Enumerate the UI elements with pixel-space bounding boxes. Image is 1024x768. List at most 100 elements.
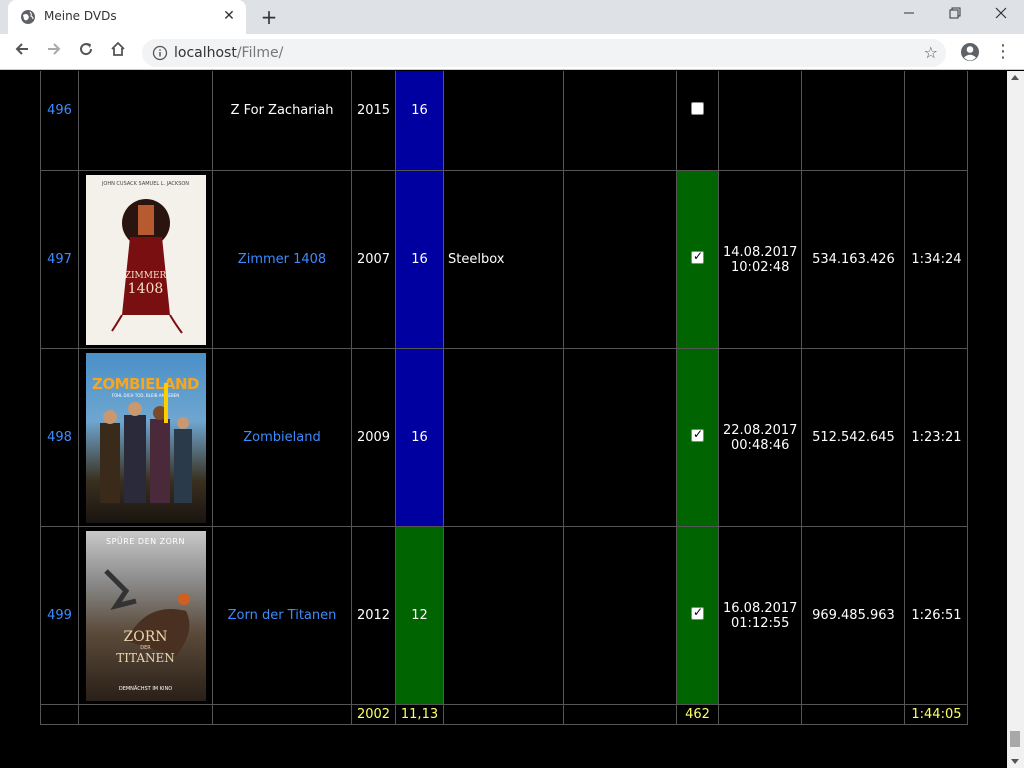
time-value: 10:02:48	[731, 259, 790, 275]
date-cell: 14.08.2017 10:02:48	[717, 170, 803, 349]
row-number-link[interactable]: 498	[40, 348, 79, 527]
summary-empty	[717, 704, 803, 725]
poster-cell: ZOMBIELAND FÜHL DICH TOD, BLEIB AM LEBEN	[78, 348, 213, 527]
new-tab-button[interactable]: +	[258, 6, 280, 28]
date-value: 22.08.2017	[723, 422, 798, 438]
profile-icon[interactable]	[958, 40, 982, 64]
vertical-scrollbar[interactable]	[1007, 71, 1024, 768]
summary-empty	[563, 704, 677, 725]
poster-zombieland[interactable]: ZOMBIELAND FÜHL DICH TOD, BLEIB AM LEBEN	[85, 352, 206, 523]
time-value: 01:12:55	[731, 615, 790, 631]
restore-icon[interactable]	[932, 0, 978, 30]
size-cell: 512.542.645	[801, 348, 906, 527]
year-cell: 2007	[351, 170, 396, 349]
empty-cell	[563, 348, 677, 527]
poster-title-b: 1408	[127, 280, 164, 297]
year-cell: 2015	[351, 71, 396, 171]
poster-zimmer-1408[interactable]: JOHN CUSACK SAMUEL L. JACKSON ZIMMER 140…	[85, 174, 206, 345]
poster-title-a: ZIMMER	[124, 270, 167, 281]
edition-cell	[443, 348, 564, 527]
duration-cell: 1:34:24	[904, 170, 969, 349]
checkbox-cell	[676, 348, 719, 527]
row-number-link[interactable]: 496	[40, 71, 79, 171]
info-icon[interactable]	[152, 45, 168, 61]
empty-cell	[563, 526, 677, 705]
poster-cell: SPÜRE DEN ZORN ZORN DER TITANEN DEMNÄCHS…	[78, 526, 213, 705]
dvd-table: 496 Z For Zachariah 2015 16 497 JOHN CUS…	[40, 71, 969, 725]
summary-empty	[801, 704, 906, 725]
back-icon[interactable]	[10, 40, 34, 64]
owned-checkbox[interactable]	[691, 249, 704, 264]
bookmark-star-icon[interactable]: ☆	[924, 43, 938, 62]
url-path: /Filme/	[236, 45, 284, 61]
movie-title-link[interactable]: Zombieland	[212, 348, 352, 527]
poster-zorn-der-titanen[interactable]: SPÜRE DEN ZORN ZORN DER TITANEN DEMNÄCHS…	[85, 530, 206, 701]
scroll-thumb[interactable]	[1010, 731, 1020, 747]
menu-icon[interactable]: ⋮	[994, 40, 1012, 64]
minimize-icon[interactable]	[886, 0, 932, 30]
year-cell: 2012	[351, 526, 396, 705]
summary-empty	[40, 704, 79, 725]
row-number-link[interactable]: 499	[40, 526, 79, 705]
tab-title: Meine DVDs	[44, 9, 117, 23]
owned-checkbox[interactable]	[691, 605, 704, 620]
movie-title-link[interactable]: Zimmer 1408	[212, 170, 352, 349]
duration-cell	[904, 71, 969, 171]
date-value: 14.08.2017	[723, 244, 798, 260]
edition-cell	[443, 526, 564, 705]
empty-cell	[563, 71, 677, 171]
movie-title-link[interactable]: Zorn der Titanen	[212, 526, 352, 705]
owned-checkbox[interactable]	[691, 101, 704, 115]
edition-cell	[443, 71, 564, 171]
scroll-down-icon[interactable]	[1011, 759, 1019, 764]
poster-title-a: ZORN	[123, 628, 168, 645]
movie-title: Z For Zachariah	[212, 71, 352, 171]
poster-title-c: TITANEN	[116, 650, 175, 665]
forward-icon[interactable]	[42, 40, 66, 64]
table-row: 498 ZOMBIELAND FÜHL DICH TOD, BLEIB AM L…	[40, 348, 969, 527]
date-cell: 22.08.2017 00:48:46	[717, 348, 803, 527]
globe-icon	[21, 10, 35, 24]
fsk-cell: 16	[395, 170, 444, 349]
checkbox-cell	[676, 71, 719, 171]
summary-empty	[443, 704, 564, 725]
duration-cell: 1:23:21	[904, 348, 969, 527]
home-icon[interactable]	[106, 40, 130, 64]
size-cell: 534.163.426	[801, 170, 906, 349]
date-cell	[717, 71, 803, 171]
summary-fsk: 11,13	[395, 704, 444, 725]
summary-year: 2002	[351, 704, 396, 725]
page-viewport: 496 Z For Zachariah 2015 16 497 JOHN CUS…	[0, 71, 1007, 768]
row-number-link[interactable]: 497	[40, 170, 79, 349]
browser-tab[interactable]: Meine DVDs ✕	[8, 0, 246, 34]
address-bar[interactable]: localhost/Filme/ ☆	[142, 39, 946, 67]
date-value: 16.08.2017	[723, 600, 798, 616]
titan-art	[103, 568, 190, 656]
edition-cell: Steelbox	[443, 170, 564, 349]
fsk-cell: 16	[395, 71, 444, 171]
url-text[interactable]: localhost/Filme/	[174, 45, 283, 61]
table-row: 497 JOHN CUSACK SAMUEL L. JACKSON ZIMMER…	[40, 170, 969, 349]
reload-icon[interactable]	[74, 40, 98, 64]
summary-duration: 1:44:05	[904, 704, 969, 725]
year-cell: 2009	[351, 348, 396, 527]
poster-cell: JOHN CUSACK SAMUEL L. JACKSON ZIMMER 140…	[78, 170, 213, 349]
scroll-up-icon[interactable]	[1011, 75, 1019, 80]
time-value: 00:48:46	[731, 437, 790, 453]
fsk-cell: 16	[395, 348, 444, 527]
checkbox-cell	[676, 526, 719, 705]
tab-strip: Meine DVDs ✕ +	[0, 0, 1024, 34]
url-host: localhost	[174, 45, 237, 61]
table-row: 496 Z For Zachariah 2015 16	[40, 71, 969, 171]
close-window-icon[interactable]	[978, 0, 1024, 30]
keyhole-art	[110, 198, 183, 334]
duration-cell: 1:26:51	[904, 526, 969, 705]
fsk-cell: 12	[395, 526, 444, 705]
date-cell: 16.08.2017 01:12:55	[717, 526, 803, 705]
close-tab-icon[interactable]: ✕	[220, 7, 238, 25]
table-row: 499 SPÜRE DEN ZORN ZORN DER TITANEN DEMN…	[40, 526, 969, 705]
size-cell: 969.485.963	[801, 526, 906, 705]
checkbox-cell	[676, 170, 719, 349]
owned-checkbox[interactable]	[691, 427, 704, 442]
characters-art	[99, 382, 192, 503]
